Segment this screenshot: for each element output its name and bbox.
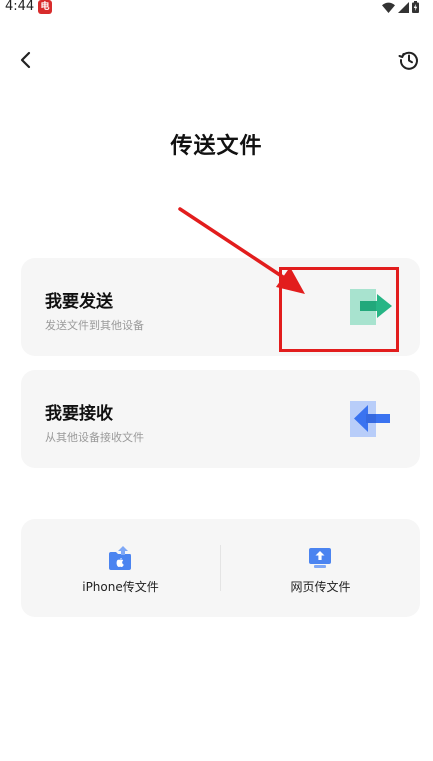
status-bar: 4:44 电: [0, 0, 433, 16]
receive-arrow-icon: [350, 401, 390, 437]
receive-card[interactable]: 我要接收 从其他设备接收文件: [21, 370, 420, 468]
notification-badge: 电: [38, 0, 52, 14]
send-arrow-icon: [350, 289, 392, 325]
receive-card-title: 我要接收: [45, 404, 113, 424]
iphone-transfer-label: iPhone传文件: [82, 580, 159, 594]
transfer-tools: iPhone传文件 网页传文件: [21, 519, 420, 617]
page-title: 传送文件: [170, 134, 263, 159]
status-icons: [382, 1, 419, 13]
send-card-title: 我要发送: [45, 292, 113, 312]
receive-card-subtitle: 从其他设备接收文件: [45, 431, 144, 444]
history-button[interactable]: [397, 48, 421, 72]
web-transfer-button[interactable]: 网页传文件: [221, 519, 420, 617]
iphone-transfer-button[interactable]: iPhone传文件: [21, 519, 220, 617]
history-icon: [398, 51, 418, 70]
web-transfer-label: 网页传文件: [290, 580, 351, 594]
status-time: 4:44: [5, 0, 35, 14]
back-button[interactable]: [14, 48, 38, 72]
chevron-left-icon: [20, 51, 31, 69]
iphone-transfer-icon: [109, 546, 131, 570]
battery-icon: [412, 1, 419, 13]
send-card[interactable]: 我要发送 发送文件到其他设备: [21, 258, 420, 356]
signal-icon: [398, 1, 409, 13]
send-card-subtitle: 发送文件到其他设备: [45, 319, 144, 332]
wifi-icon: [382, 2, 395, 13]
web-transfer-icon: [309, 548, 331, 568]
top-bar: [0, 40, 433, 80]
